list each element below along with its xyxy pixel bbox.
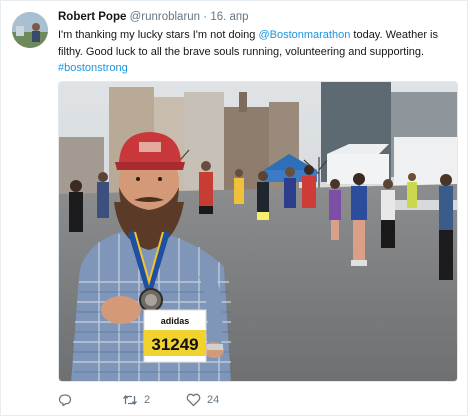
tweet-text-part1: I'm thanking my lucky stars I'm not doin… [58,29,259,41]
tweet-header: Robert Pope @runroblarun · 16. апр [58,11,249,23]
avatar-image [12,12,48,48]
avatar[interactable] [12,12,48,48]
author-handle[interactable]: @runroblarun [130,11,201,23]
mention-link[interactable]: @Bostonmarathon [258,29,350,41]
tweet-actions: 2 24 [58,390,358,410]
hashtag-link[interactable]: #bostonstrong [58,62,128,74]
reply-icon [58,394,72,407]
tweet-photo[interactable]: adidas 31249 [58,81,458,382]
bib-brand: adidas [161,316,190,326]
like-count: 24 [207,394,220,406]
heart-icon [186,393,201,407]
photo-marathon-runner: adidas 31249 [59,82,457,381]
retweet-button[interactable]: 2 [122,390,150,410]
retweet-icon [122,395,138,405]
tweet-timestamp[interactable]: 16. апр [210,11,248,23]
tweet-card: Robert Pope @runroblarun · 16. апр I'm t… [0,0,468,416]
like-button[interactable]: 24 [186,390,219,410]
author-name[interactable]: Robert Pope [58,11,126,23]
reply-button[interactable] [58,390,72,410]
header-separator: · [203,11,208,23]
bib-number: 31249 [151,335,198,354]
tweet-text: I'm thanking my lucky stars I'm not doin… [58,27,460,77]
retweet-count: 2 [144,394,151,406]
